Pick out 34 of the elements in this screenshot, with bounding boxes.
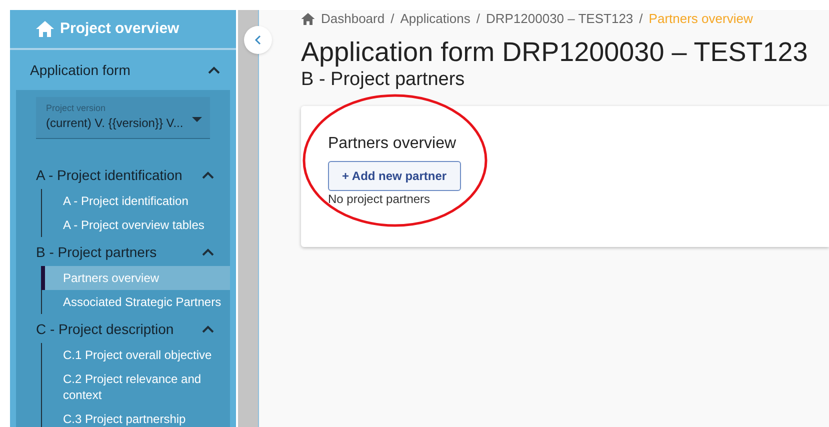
group-header[interactable]: A - Project identification [16, 161, 230, 189]
breadcrumb-separator: / [390, 10, 394, 28]
breadcrumb-link[interactable]: DRP1200030 – TEST123 [486, 10, 634, 29]
group-title: C - Project description [36, 320, 174, 339]
nav-item[interactable]: C.3 Project partnership [41, 407, 230, 427]
breadcrumb-link[interactable]: Dashboard [321, 10, 385, 29]
group-header[interactable]: C - Project description [16, 315, 230, 343]
breadcrumb-link[interactable]: Applications [400, 10, 470, 29]
version-select[interactable]: Project version (current) V. {{version}} V... [36, 97, 210, 139]
empty-message: No project partners [328, 192, 432, 206]
home-icon [301, 13, 315, 25]
select-label: Project version [46, 102, 107, 114]
breadcrumb-separator: / [639, 10, 643, 28]
collapse-button[interactable] [244, 26, 272, 54]
section-header[interactable]: Application form [10, 50, 236, 90]
group-header[interactable]: B - Project partners [16, 238, 230, 266]
nav-item[interactable]: Associated Strategic Partners [41, 290, 230, 314]
group-title: B - Project partners [36, 242, 157, 262]
nav-item[interactable]: C.2 Project relevance and context [41, 367, 230, 407]
nav-item[interactable]: C.1 Project overall objective [41, 343, 230, 367]
nav-item[interactable]: A - Project overview tables [41, 213, 230, 237]
home-icon [36, 21, 54, 37]
card-heading: Partners overview [328, 134, 458, 154]
section-title: Application form [30, 60, 130, 80]
add-partner-button[interactable]: + Add new partner [328, 161, 461, 191]
page-title: Application form DRP1200030 – TEST123 [301, 36, 809, 68]
breadcrumb-separator: / [476, 10, 480, 28]
select-value: (current) V. {{version}} V... [46, 115, 184, 132]
chevron-left-icon [254, 35, 262, 45]
nav-item[interactable]: A - Project identification [41, 189, 230, 213]
group-title: A - Project identification [36, 166, 182, 185]
project-overview-link[interactable]: Project overview [10, 10, 236, 50]
dropdown-arrow-icon [192, 117, 202, 122]
page-subtitle: B - Project partners [301, 68, 466, 92]
